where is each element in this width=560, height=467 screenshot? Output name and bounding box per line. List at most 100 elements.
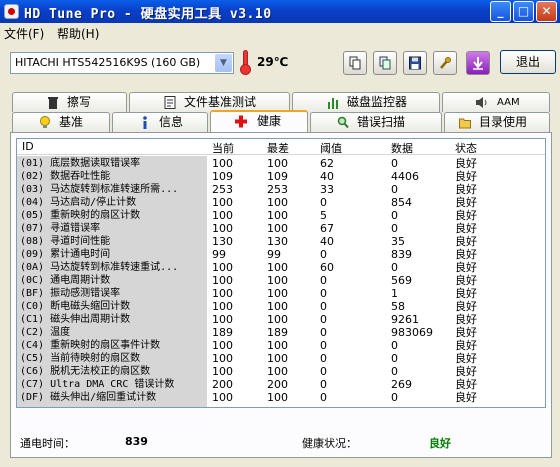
wrench-icon: [440, 57, 451, 69]
title-bar[interactable]: HD Tune Pro - 硬盘实用工具 v3.10 _ □ ✕: [0, 0, 560, 23]
temperature-readout: 29℃: [257, 55, 289, 69]
cell-id: (02) 数据吞吐性能: [20, 171, 111, 182]
cell-threshold: 0: [320, 365, 327, 378]
cell-id: (BF) 振动感测错误率: [20, 288, 121, 299]
cell-data: 0: [391, 157, 398, 170]
cell-id: (01) 底层数据读取错误率: [20, 158, 141, 169]
download-button[interactable]: [466, 51, 490, 75]
table-row[interactable]: (C2) 温度 189 189 0 983069 良好: [17, 326, 545, 339]
smart-table[interactable]: ID 当前 最差 阈值 数据 状态 (01) 底层数据读取错误率 100 100 62…: [16, 138, 546, 408]
maximize-button[interactable]: □: [513, 1, 534, 22]
table-row[interactable]: (02) 数据吞吐性能 109 109 40 4406 良好: [17, 170, 545, 183]
table-row[interactable]: (04) 马达启动/停止计数 100 100 0 854 良好: [17, 196, 545, 209]
drive-select[interactable]: HITACHI HTS542516K9S (160 GB) ▼: [10, 52, 234, 74]
column-header-threshold[interactable]: 阈值: [320, 140, 342, 156]
table-row[interactable]: (03) 马达旋转到标准转速所需... 253 253 33 0 良好: [17, 183, 545, 196]
table-row[interactable]: (05) 重新映射的扇区计数 100 100 5 0 良好: [17, 209, 545, 222]
table-row[interactable]: (0A) 马达旋转到标准转速重试... 100 100 60 0 良好: [17, 261, 545, 274]
column-header-data[interactable]: 数据: [391, 140, 413, 156]
floppy-disk-icon: [409, 56, 421, 70]
tab-file-benchmark[interactable]: 文件基准测试: [129, 92, 290, 112]
health-status-label: 健康状况：: [302, 437, 357, 450]
cell-worst: 100: [267, 196, 288, 209]
cell-worst: 99: [267, 248, 281, 261]
copy-text-button[interactable]: [343, 51, 367, 75]
table-row[interactable]: (C6) 脱机无法校正的扇区数 100 100 0 0 良好: [17, 365, 545, 378]
cell-worst: 100: [267, 313, 288, 326]
cell-threshold: 67: [320, 222, 334, 235]
cell-threshold: 0: [320, 352, 327, 365]
tab-aam[interactable]: AAM: [442, 92, 550, 112]
close-button[interactable]: ✕: [536, 1, 557, 22]
tab-benchmark[interactable]: 基准: [12, 112, 110, 132]
cell-status: 良好: [455, 157, 477, 170]
tab-health[interactable]: 健康: [210, 110, 308, 132]
cell-data: 0: [391, 352, 398, 365]
red-cross-icon: [235, 115, 247, 128]
table-row[interactable]: (0C) 通电周期计数 100 100 0 569 良好: [17, 274, 545, 287]
power-on-value: 839: [125, 435, 148, 448]
cell-id: (08) 寻道时间性能: [20, 236, 111, 247]
copy-screenshot-button[interactable]: [373, 51, 397, 75]
column-header-worst[interactable]: 最差: [267, 140, 289, 156]
column-header-id[interactable]: ID: [22, 140, 34, 153]
cell-worst: 100: [267, 157, 288, 170]
cell-current: 100: [212, 352, 233, 365]
cell-worst: 100: [267, 274, 288, 287]
table-row[interactable]: (C5) 当前待映射的扇区数 100 100 0 0 良好: [17, 352, 545, 365]
save-button[interactable]: [403, 51, 427, 75]
cell-status: 良好: [455, 209, 477, 222]
table-row[interactable]: (C0) 断电磁头缩回计数 100 100 0 58 良好: [17, 300, 545, 313]
table-row[interactable]: (C4) 重新映射的扇区事件计数 100 100 0 0 良好: [17, 339, 545, 352]
cell-worst: 130: [267, 235, 288, 248]
column-header-current[interactable]: 当前: [212, 140, 234, 156]
menu-help[interactable]: 帮助(H): [57, 25, 99, 42]
tab-error-scan[interactable]: 错误扫描: [310, 112, 442, 132]
cell-current: 100: [212, 222, 233, 235]
health-status-value: 良好: [429, 437, 451, 450]
cell-current: 130: [212, 235, 233, 248]
table-row[interactable]: (01) 底层数据读取错误率 100 100 62 0 良好: [17, 157, 545, 170]
tab-info[interactable]: 信息: [112, 112, 208, 132]
table-row[interactable]: (BF) 振动感测错误率 100 100 0 1 良好: [17, 287, 545, 300]
cell-data: 0: [391, 222, 398, 235]
cell-id: (07) 寻道错误率: [20, 223, 101, 234]
tab-folder-usage[interactable]: 目录使用: [444, 112, 550, 132]
cell-worst: 100: [267, 391, 288, 404]
table-row[interactable]: (09) 累计通电时间 99 99 0 839 良好: [17, 248, 545, 261]
tab-erase[interactable]: 擦写: [12, 92, 127, 112]
bar-chart-icon: [328, 98, 338, 109]
chevron-down-icon[interactable]: ▼: [215, 54, 232, 72]
minimize-button[interactable]: _: [490, 1, 511, 22]
options-button[interactable]: [433, 51, 457, 75]
exit-button[interactable]: 退出: [500, 50, 556, 74]
cell-current: 99: [212, 248, 226, 261]
cell-data: 854: [391, 196, 412, 209]
cell-id: (C5) 当前待映射的扇区数: [20, 353, 141, 364]
column-header-status[interactable]: 状态: [455, 140, 477, 156]
cell-data: 0: [391, 209, 398, 222]
magnifier-icon: [337, 116, 349, 129]
cell-threshold: 0: [320, 300, 327, 313]
cell-status: 良好: [455, 248, 477, 261]
cell-current: 100: [212, 157, 233, 170]
cell-status: 良好: [455, 196, 477, 209]
table-row[interactable]: (C7) Ultra DMA CRC 错误计数 200 200 0 269 良好: [17, 378, 545, 391]
table-row[interactable]: (07) 寻道错误率 100 100 67 0 良好: [17, 222, 545, 235]
cell-threshold: 60: [320, 261, 334, 274]
table-row[interactable]: (DF) 磁头伸出/缩回重试计数 100 100 0 0 良好: [17, 391, 545, 404]
app-icon: [4, 4, 19, 19]
cell-current: 100: [212, 274, 233, 287]
table-header: ID 当前 最差 阈值 数据 状态: [17, 139, 545, 155]
cell-status: 良好: [455, 300, 477, 313]
cell-id: (C2) 温度: [20, 327, 71, 338]
cell-id: (09) 累计通电时间: [20, 249, 111, 260]
table-row[interactable]: (C1) 磁头伸出周期计数 100 100 0 9261 良好: [17, 313, 545, 326]
menu-file[interactable]: 文件(F): [4, 25, 44, 42]
cell-threshold: 0: [320, 248, 327, 261]
cell-data: 0: [391, 339, 398, 352]
table-row[interactable]: (08) 寻道时间性能 130 130 40 35 良好: [17, 235, 545, 248]
cell-worst: 109: [267, 170, 288, 183]
cell-threshold: 5: [320, 209, 327, 222]
tab-disk-monitor[interactable]: 磁盘监控器: [292, 92, 440, 112]
